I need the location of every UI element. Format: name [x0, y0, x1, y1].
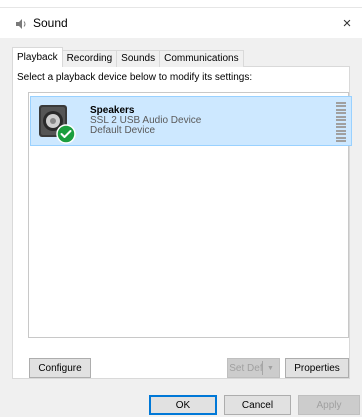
tab-strip: Playback Recording Sounds Communications: [12, 47, 244, 67]
device-status: Default Device: [90, 125, 156, 136]
sound-app-icon: [16, 19, 26, 29]
close-button[interactable]: ×: [332, 8, 362, 38]
window-title: Sound: [33, 16, 68, 30]
window-top-edge: [0, 0, 362, 8]
set-default-dropdown[interactable]: ▼: [262, 358, 280, 378]
tab-communications[interactable]: Communications: [159, 50, 244, 67]
title-bar[interactable]: Sound ×: [0, 8, 362, 38]
configure-button[interactable]: Configure: [29, 358, 91, 378]
tab-recording[interactable]: Recording: [61, 50, 118, 67]
ok-button[interactable]: OK: [149, 395, 217, 415]
device-row-speakers[interactable]: Speakers SSL 2 USB Audio Device Default …: [30, 96, 352, 146]
sound-dialog: Sound × Playback Recording Sounds Commun…: [0, 0, 362, 417]
cancel-button[interactable]: Cancel: [224, 395, 291, 415]
close-icon: ×: [342, 14, 352, 32]
tab-playback[interactable]: Playback: [12, 47, 63, 67]
tab-sounds[interactable]: Sounds: [116, 50, 161, 67]
instruction-text: Select a playback device below to modify…: [17, 72, 253, 83]
split-divider: [262, 361, 263, 375]
default-check-icon: [56, 124, 76, 144]
properties-button[interactable]: Properties: [285, 358, 349, 378]
chevron-down-icon: ▼: [267, 364, 274, 372]
speaker-icon: [39, 105, 76, 144]
volume-level-meter: [336, 102, 346, 142]
playback-device-list[interactable]: Speakers SSL 2 USB Audio Device Default …: [28, 92, 352, 338]
apply-button[interactable]: Apply: [298, 395, 360, 415]
